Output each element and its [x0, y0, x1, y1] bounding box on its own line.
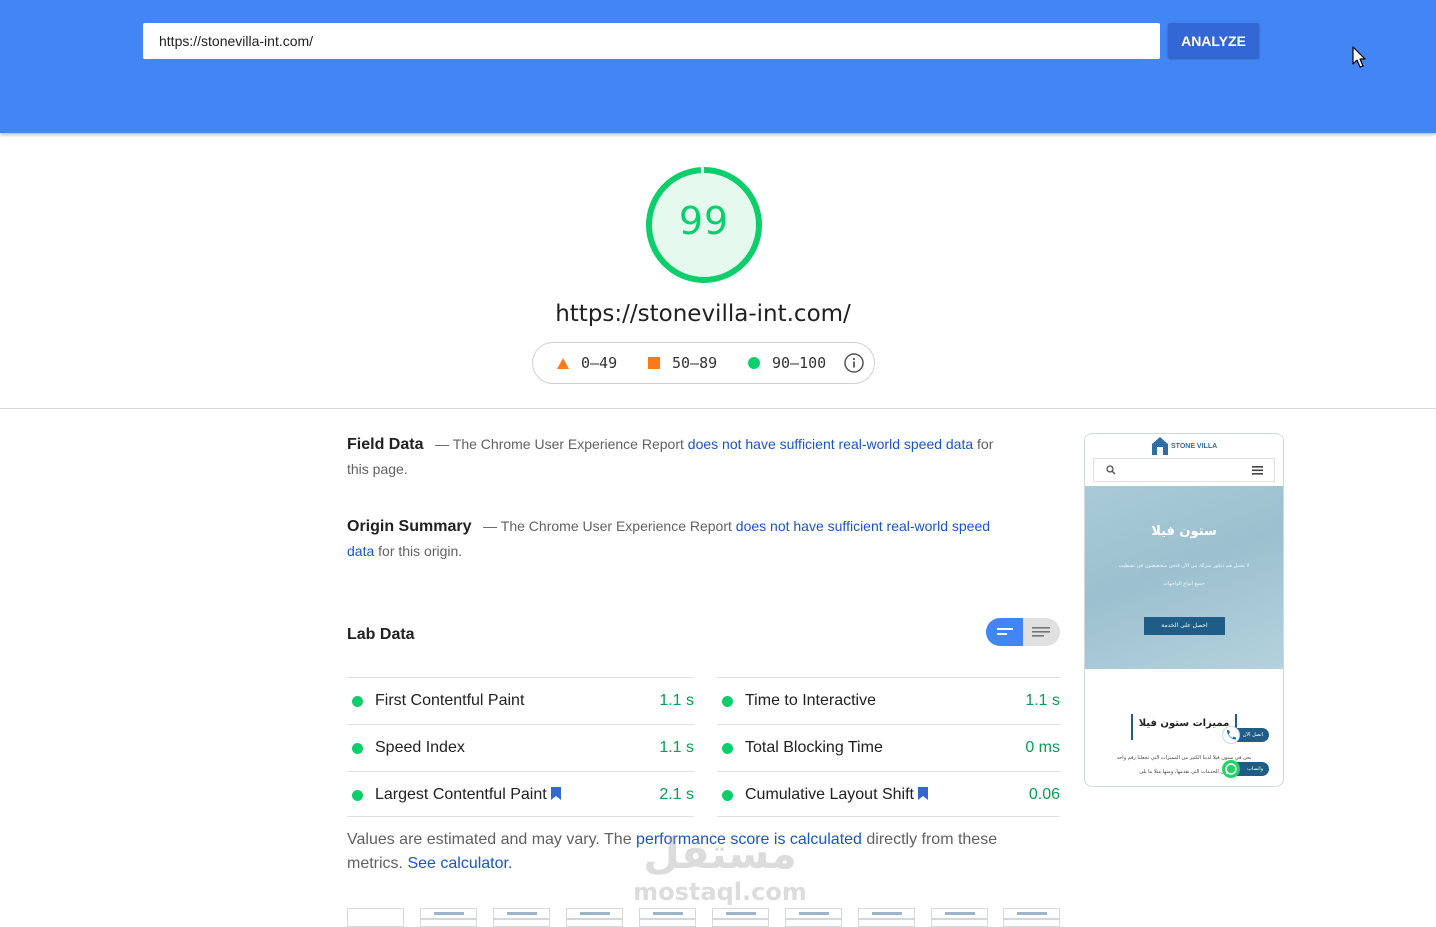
preview-search-bar [1093, 458, 1275, 482]
filmstrip-frame [566, 908, 623, 927]
note-text: Values are estimated and may vary. The [347, 831, 632, 848]
filmstrip-frame [712, 908, 769, 927]
info-icon[interactable] [844, 353, 864, 373]
metric-name: Cumulative Layout Shift [745, 786, 914, 803]
detailed-view-button[interactable] [1023, 618, 1060, 646]
pass-dot-icon [352, 789, 363, 801]
metrics-bottom-border [717, 816, 1060, 817]
bookmark-icon [917, 787, 928, 800]
metric-value: 1.1 s [659, 739, 694, 756]
metric-row: Total Blocking Time 0 ms [717, 724, 1060, 771]
average-square-icon [648, 357, 660, 369]
metric-name: Time to Interactive [745, 692, 877, 709]
filmstrip-frame [420, 908, 477, 927]
analyze-button[interactable]: ANALYZE [1168, 23, 1259, 58]
metric-value: 1.1 s [659, 692, 694, 709]
preview-hero-title: ستون فيلا [1151, 524, 1217, 539]
filmstrip-frame [639, 908, 696, 927]
metrics-bottom-border [347, 816, 694, 817]
watermark-arabic: مستقل [643, 829, 797, 878]
metric-row: Speed Index 1.1 s [347, 724, 694, 771]
field-data-dash: — [435, 436, 450, 452]
metric-name: Largest Contentful Paint [375, 786, 547, 803]
field-data-link[interactable]: does not have sufficient real-world spee… [688, 436, 973, 452]
legend-fail-label: 0–49 [581, 354, 618, 372]
metric-value: 0 ms [1025, 739, 1060, 756]
origin-summary-text: The Chrome User Experience Report [500, 518, 732, 534]
legend-average: 50–89 [648, 343, 717, 383]
stone-villa-logo-icon [1152, 437, 1168, 455]
field-data-section: Field Data — The Chrome User Experience … [347, 432, 997, 482]
top-bar: ANALYZE [0, 0, 1436, 133]
tested-url: https://stonevilla-int.com/ [555, 301, 851, 327]
summary-view-button[interactable] [986, 618, 1023, 646]
fail-triangle-icon [557, 357, 569, 369]
filmstrip [347, 908, 1060, 927]
filmstrip-frame [858, 908, 915, 927]
metric-name: First Contentful Paint [375, 692, 525, 709]
metric-row: Cumulative Layout Shift 0.06 [717, 771, 1060, 818]
see-calculator-link[interactable]: See calculator. [407, 855, 512, 872]
preview-brand: STONE VILLA [1171, 443, 1218, 450]
url-input[interactable] [143, 23, 1160, 59]
origin-summary-dash: — [483, 518, 498, 534]
metric-row: First Contentful Paint 1.1 s [347, 677, 694, 724]
section-divider [0, 408, 1436, 409]
preview-header: STONE VILLA [1085, 434, 1283, 486]
pass-dot-icon [722, 789, 733, 801]
filmstrip-frame [347, 908, 404, 927]
metric-name: Speed Index [375, 739, 465, 756]
watermark-latin: mostaql.com [633, 878, 807, 906]
final-screenshot: STONE VILLA ستون فيلا لا تحمل هم ديكور م… [1084, 433, 1284, 787]
metric-row: Largest Contentful Paint 2.1 s [347, 771, 694, 818]
metric-value: 2.1 s [659, 786, 694, 803]
legend-fail: 0–49 [556, 343, 617, 383]
performance-score: 99 [678, 199, 730, 243]
legend-pass: 90–100 [748, 343, 826, 383]
metric-value: 0.06 [1028, 786, 1060, 803]
filmstrip-frame [1003, 908, 1060, 927]
legend-pass-label: 90–100 [772, 354, 827, 372]
mostaql-watermark: مستقل mostaql.com [630, 826, 810, 907]
preview-hero-subtitle-2: جميع أنواع الواجهات [1163, 581, 1205, 587]
pass-dot-icon [352, 695, 363, 707]
pass-dot-icon [722, 695, 733, 707]
filmstrip-frame [493, 908, 550, 927]
preview-hero-subtitle: لا تحمل هم ديكور منزلك من الآن فنحن متخص… [1118, 563, 1250, 569]
origin-summary-text-after: for this origin. [378, 543, 463, 559]
long-lines-icon [1032, 627, 1050, 637]
pass-dot-icon [722, 742, 733, 754]
mouse-cursor-icon [1352, 46, 1366, 68]
filmstrip-frame [785, 908, 842, 927]
search-icon [1106, 465, 1116, 475]
filmstrip-frame [931, 908, 988, 927]
lab-data-heading: Lab Data [347, 626, 415, 643]
legend-average-label: 50–89 [672, 354, 718, 372]
pass-circle-icon [748, 357, 760, 369]
metric-value: 1.1 s [1025, 692, 1060, 709]
phone-icon [1222, 726, 1240, 744]
field-data-text: The Chrome User Experience Report [452, 436, 684, 452]
origin-summary-heading: Origin Summary [347, 518, 472, 535]
score-legend: 0–49 50–89 90–100 [532, 342, 875, 384]
preview-hero-button: احصل على الخدمة [1144, 617, 1225, 635]
pass-dot-icon [352, 742, 363, 754]
metric-name-with-flag: Cumulative Layout Shift [745, 786, 1029, 804]
short-lines-icon [997, 628, 1013, 635]
metric-name: Total Blocking Time [745, 739, 883, 756]
metric-name-with-flag: Largest Contentful Paint [375, 786, 659, 804]
origin-summary-section: Origin Summary — The Chrome User Experie… [347, 514, 997, 564]
bookmark-icon [550, 787, 561, 800]
preview-hero: ستون فيلا لا تحمل هم ديكور منزلك من الآن… [1085, 486, 1283, 669]
metric-row: Time to Interactive 1.1 s [717, 677, 1060, 724]
view-toggle [986, 618, 1060, 646]
whatsapp-icon [1222, 760, 1240, 778]
hamburger-menu-icon [1252, 466, 1263, 475]
field-data-heading: Field Data [347, 436, 424, 453]
